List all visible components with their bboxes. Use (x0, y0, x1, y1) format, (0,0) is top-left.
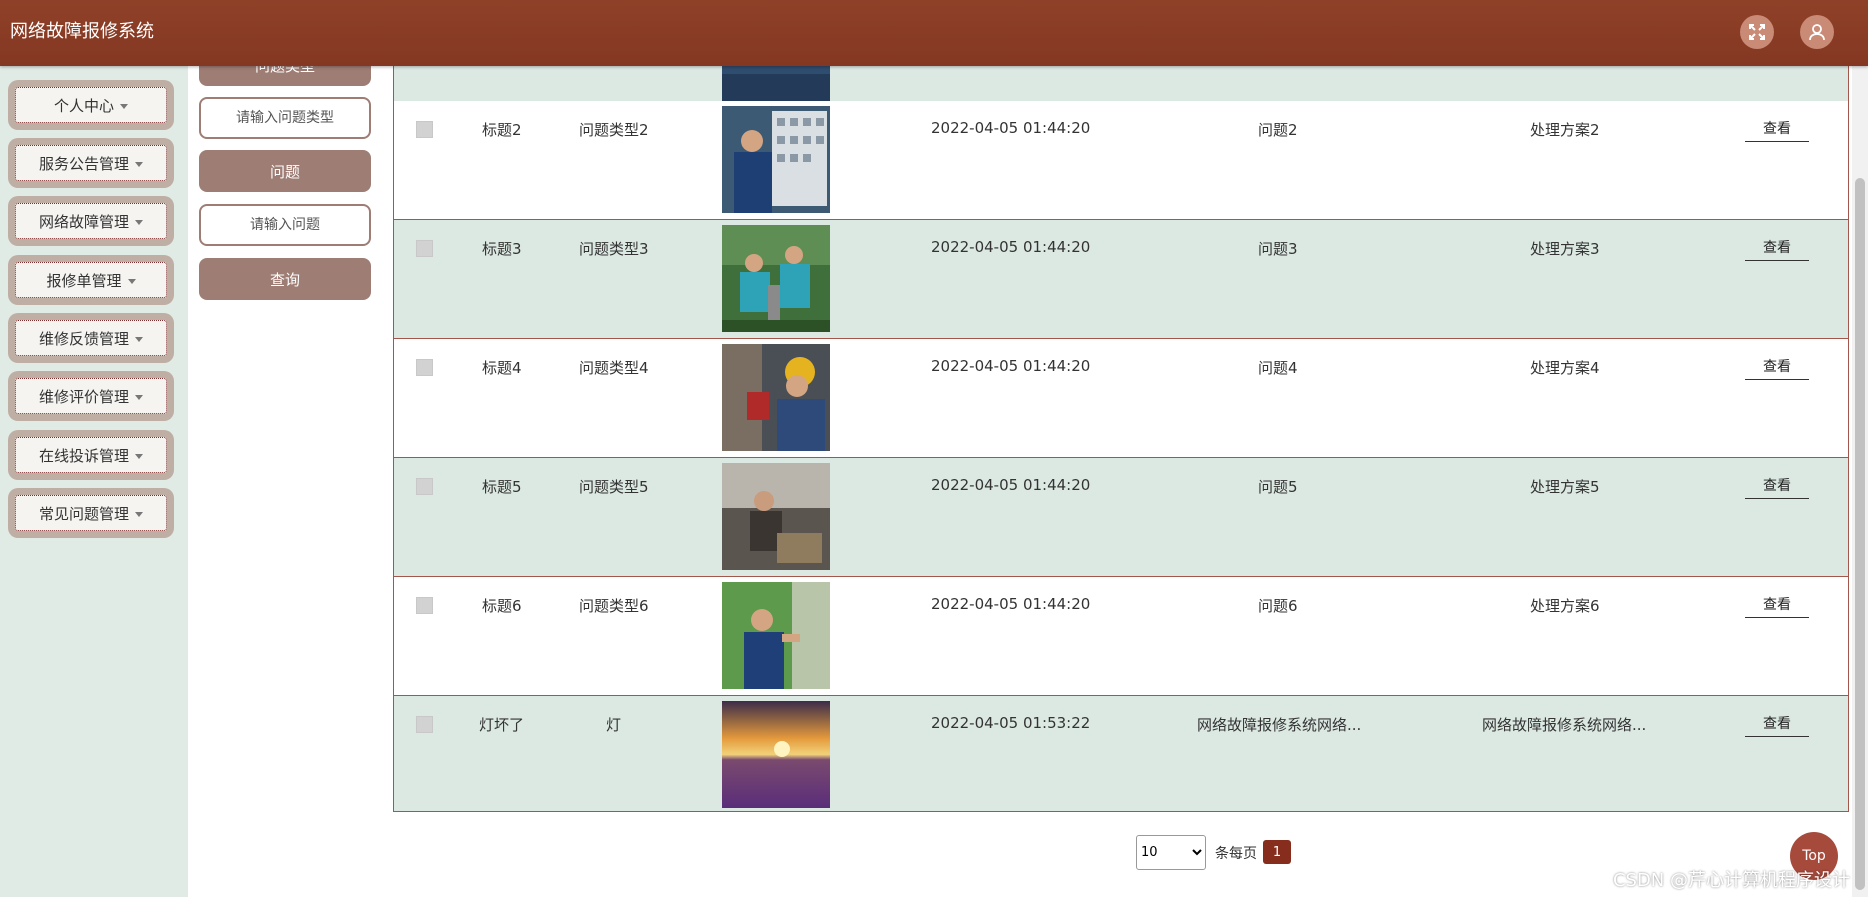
chevron-down-icon (127, 278, 136, 284)
cell-type: 问题类型4 (579, 359, 649, 377)
cell-title: 标题2 (482, 121, 522, 139)
page-1-button[interactable]: 1 (1263, 840, 1291, 864)
cell-question: 问题6 (1258, 597, 1298, 615)
view-button[interactable]: 查看 (1745, 595, 1809, 618)
sidebar-item-repair-order[interactable]: 报修单管理 (8, 255, 174, 305)
sidebar-item-label: 维修评价管理 (38, 387, 129, 406)
row-image (722, 701, 830, 808)
cell-solution: 处理方案2 (1530, 121, 1600, 139)
app-title: 网络故障报修系统 (10, 21, 154, 42)
cell-question: 网络故障报修系统网络... (1197, 716, 1362, 734)
cell-type: 问题类型6 (579, 597, 649, 615)
cell-time: 2022-04-05 01:53:22 (931, 714, 1091, 732)
cell-title: 灯坏了 (479, 716, 525, 734)
view-button[interactable]: 查看 (1745, 119, 1809, 142)
sidebar-item-label: 报修单管理 (46, 271, 122, 290)
user-icon[interactable] (1800, 15, 1834, 49)
watermark: CSDN @芹心计算机程序设计 (1612, 870, 1850, 891)
table-row: 标题5 问题类型5 2022-04-05 01:44:20 问题5 处理方案5 … (394, 458, 1848, 577)
table-row: 标题4 问题类型4 2022-04-05 01:44:20 问题4 处理方案4 … (394, 339, 1848, 458)
cell-title: 标题5 (482, 478, 522, 496)
sidebar-item-personal-center[interactable]: 个人中心 (8, 80, 174, 130)
cell-title: 标题4 (482, 359, 522, 377)
cell-type: 灯 (606, 716, 622, 734)
row-checkbox[interactable] (416, 716, 433, 733)
view-button[interactable]: 查看 (1745, 357, 1809, 380)
data-table: 标题2 问题类型2 2022-04-05 01:44:20 问题2 处理方案2 … (393, 0, 1849, 812)
cell-time: 2022-04-05 01:44:20 (931, 595, 1091, 613)
cell-type: 问题类型3 (579, 240, 649, 258)
query-button[interactable]: 查询 (199, 258, 371, 300)
page-size-select[interactable]: 10 (1136, 835, 1206, 870)
sidebar-item-label: 在线投诉管理 (38, 446, 129, 465)
fullscreen-icon[interactable] (1740, 15, 1774, 49)
cell-solution: 处理方案3 (1530, 240, 1600, 258)
sidebar-item-label: 常见问题管理 (38, 504, 129, 523)
row-checkbox[interactable] (416, 359, 433, 376)
cell-question: 问题5 (1258, 478, 1298, 496)
table-row: 灯坏了 灯 2022-04-05 01:53:22 网络故障报修系统网络... (394, 696, 1848, 811)
cell-type: 问题类型2 (579, 121, 649, 139)
cell-solution: 处理方案6 (1530, 597, 1600, 615)
sidebar-item-network-fault[interactable]: 网络故障管理 (8, 196, 174, 246)
row-checkbox[interactable] (416, 597, 433, 614)
problem-type-input[interactable] (199, 97, 371, 139)
row-image (722, 582, 830, 689)
cell-question: 问题4 (1258, 359, 1298, 377)
per-page-label: 条每页 (1215, 846, 1257, 862)
sidebar: 个人中心 服务公告管理 网络故障管理 报修单管理 维修反馈管理 维修评价管理 在… (0, 66, 188, 897)
chevron-down-icon (135, 511, 143, 517)
cell-title: 标题6 (482, 597, 522, 615)
sidebar-item-label: 个人中心 (53, 96, 114, 115)
view-button[interactable]: 查看 (1745, 238, 1809, 261)
sidebar-item-online-complaint[interactable]: 在线投诉管理 (8, 430, 174, 480)
cell-time: 2022-04-05 01:44:20 (931, 357, 1091, 375)
label-question: 问题 (199, 150, 371, 192)
table-row: 标题3 问题类型3 2022-04-05 01:44:20 问题3 处理方案3 … (394, 220, 1848, 339)
row-image (722, 225, 830, 332)
header: 网络故障报修系统 (0, 0, 1868, 66)
scrollbar[interactable] (1852, 66, 1868, 897)
row-image (722, 344, 830, 451)
table-row: 标题2 问题类型2 2022-04-05 01:44:20 问题2 处理方案2 … (394, 101, 1848, 220)
row-image (722, 106, 830, 213)
sidebar-item-service-notice[interactable]: 服务公告管理 (8, 138, 174, 188)
sidebar-item-repair-feedback[interactable]: 维修反馈管理 (8, 313, 174, 363)
cell-solution: 网络故障报修系统网络... (1482, 716, 1647, 734)
chevron-down-icon (135, 336, 143, 342)
chevron-down-icon (135, 394, 143, 400)
sidebar-item-label: 网络故障管理 (38, 212, 129, 231)
sidebar-item-label: 维修反馈管理 (38, 329, 129, 348)
sidebar-item-label: 服务公告管理 (38, 154, 129, 173)
cell-time: 2022-04-05 01:44:20 (931, 119, 1091, 137)
row-checkbox[interactable] (416, 478, 433, 495)
view-button[interactable]: 查看 (1745, 476, 1809, 499)
cell-time: 2022-04-05 01:44:20 (931, 238, 1091, 256)
row-checkbox[interactable] (416, 121, 433, 138)
table-row-partial (394, 0, 1848, 102)
chevron-down-icon (120, 103, 128, 109)
cell-solution: 处理方案5 (1530, 478, 1600, 496)
chevron-down-icon (135, 161, 143, 167)
sidebar-item-faq[interactable]: 常见问题管理 (8, 488, 174, 538)
chevron-down-icon (135, 219, 143, 225)
cell-question: 问题2 (1258, 121, 1298, 139)
question-input[interactable] (199, 204, 371, 246)
cell-title: 标题3 (482, 240, 522, 258)
sidebar-item-repair-review[interactable]: 维修评价管理 (8, 371, 174, 421)
row-checkbox[interactable] (416, 240, 433, 257)
view-button[interactable]: 查看 (1745, 714, 1809, 737)
cell-time: 2022-04-05 01:44:20 (931, 476, 1091, 494)
scrollbar-thumb[interactable] (1855, 178, 1865, 890)
cell-type: 问题类型5 (579, 478, 649, 496)
cell-solution: 处理方案4 (1530, 359, 1600, 377)
chevron-down-icon (135, 453, 143, 459)
cell-question: 问题3 (1258, 240, 1298, 258)
row-image (722, 463, 830, 570)
table-row: 标题6 问题类型6 2022-04-05 01:44:20 问题6 处理方案6 … (394, 577, 1848, 696)
